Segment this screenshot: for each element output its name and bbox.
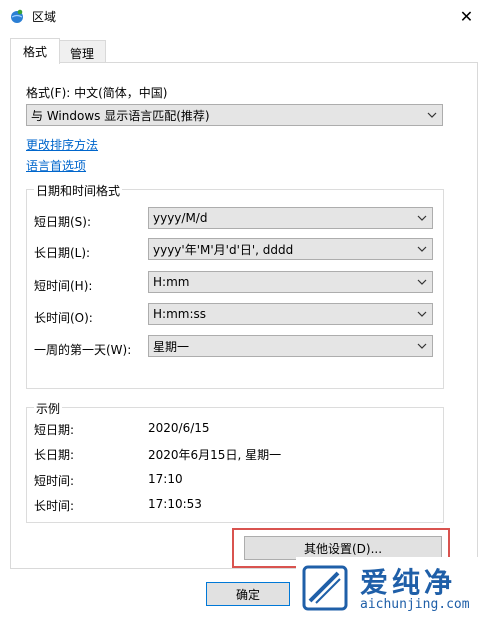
- example-long-time-label: 长时间:: [34, 499, 75, 513]
- first-day-label: 一周的第一天(W):: [34, 343, 132, 357]
- datetime-group-title: 日期和时间格式: [34, 182, 123, 199]
- watermark-url: aichunjing.com: [360, 597, 470, 612]
- language-preferences-link[interactable]: 语言首选项: [26, 157, 86, 174]
- region-globe-icon: [9, 8, 25, 24]
- examples-group: [26, 407, 444, 523]
- example-short-date-label: 短日期:: [34, 423, 75, 437]
- long-time-label: 长时间(O):: [34, 311, 93, 325]
- long-date-select[interactable]: yyyy'年'M'月'd'日', dddd: [148, 238, 433, 260]
- long-time-value: H:mm:ss: [153, 307, 206, 321]
- chevron-down-icon: [422, 105, 442, 125]
- window-title: 区域: [32, 10, 57, 24]
- short-date-select[interactable]: yyyy/M/d: [148, 207, 433, 229]
- tab-format-label: 格式: [22, 45, 47, 59]
- short-time-value: H:mm: [153, 275, 190, 289]
- example-short-time-label: 短时间:: [34, 474, 75, 488]
- chevron-down-icon: [412, 239, 432, 259]
- watermark: 爱纯净 aichunjing.com: [296, 557, 487, 617]
- chevron-down-icon: [412, 304, 432, 324]
- example-short-time-value: 17:10: [148, 472, 183, 486]
- long-time-select[interactable]: H:mm:ss: [148, 303, 433, 325]
- ok-button[interactable]: 确定: [206, 582, 290, 606]
- change-sort-link[interactable]: 更改排序方法: [26, 136, 98, 153]
- examples-group-title: 示例: [34, 400, 63, 417]
- example-short-date-value: 2020/6/15: [148, 421, 210, 435]
- format-select-value: 与 Windows 显示语言匹配(推荐): [31, 108, 210, 123]
- chevron-down-icon: [412, 272, 432, 292]
- other-settings-label: 其他设置(D)...: [303, 541, 383, 556]
- first-day-select[interactable]: 星期一: [148, 335, 433, 357]
- title-bar: [0, 0, 487, 32]
- short-date-value: yyyy/M/d: [153, 211, 208, 225]
- first-day-value: 星期一: [153, 339, 190, 354]
- chevron-down-icon: [412, 336, 432, 356]
- short-time-select[interactable]: H:mm: [148, 271, 433, 293]
- long-date-value: yyyy'年'M'月'd'日', dddd: [153, 242, 294, 257]
- short-time-label: 短时间(H):: [34, 279, 93, 293]
- format-label: 格式(F): 中文(简体，中国): [26, 86, 168, 100]
- example-long-date-value: 2020年6月15日, 星期一: [148, 448, 282, 462]
- long-date-label: 长日期(L):: [34, 246, 91, 260]
- example-long-date-label: 长日期:: [34, 448, 75, 462]
- close-button[interactable]: ✕: [446, 0, 487, 32]
- close-icon: ✕: [459, 6, 474, 26]
- tab-format[interactable]: 格式: [10, 38, 60, 64]
- short-date-label: 短日期(S):: [34, 215, 92, 229]
- watermark-brand: 爱纯净: [360, 566, 457, 599]
- watermark-logo-icon: [300, 563, 350, 613]
- example-long-time-value: 17:10:53: [148, 497, 202, 511]
- ok-label: 确定: [235, 587, 260, 602]
- tab-admin-label: 管理: [69, 46, 94, 61]
- chevron-down-icon: [412, 208, 432, 228]
- format-select[interactable]: 与 Windows 显示语言匹配(推荐): [26, 104, 443, 126]
